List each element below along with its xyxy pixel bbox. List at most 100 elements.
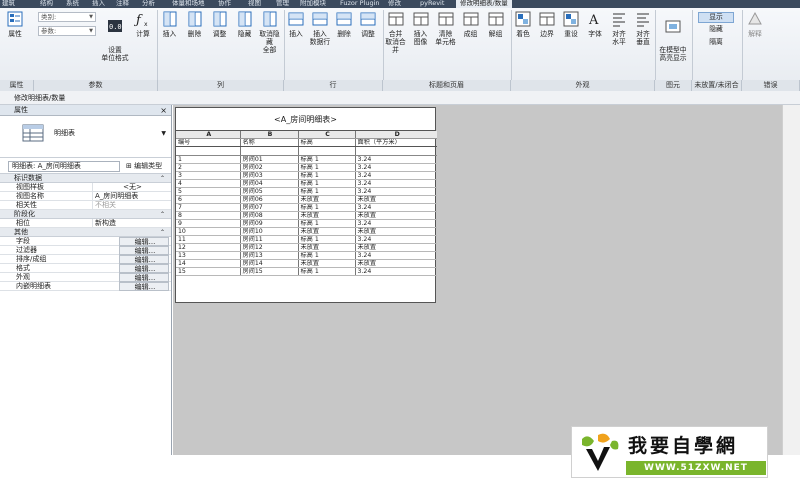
merge-unmerge-button[interactable]: 合并 取消合并 bbox=[384, 10, 407, 54]
insert-data-row-button[interactable]: 插入 数据行 bbox=[309, 10, 331, 46]
column-letter-row-cell[interactable]: C bbox=[298, 131, 356, 139]
property-group-header[interactable]: 标识数据 ⌃ bbox=[0, 174, 171, 183]
table-cell[interactable]: 房间07 bbox=[240, 203, 299, 212]
table-cell[interactable]: 标高 1 bbox=[298, 267, 356, 276]
align-horizontal-button[interactable]: 对齐 水平 bbox=[608, 10, 630, 46]
instance-dropdown[interactable]: 明细表: A_房间明细表 bbox=[8, 161, 120, 172]
table-cell[interactable]: 未放置 bbox=[355, 211, 437, 220]
table-cell[interactable]: 3.24 bbox=[355, 203, 437, 212]
table-cell[interactable]: 房间03 bbox=[240, 171, 299, 180]
table-cell[interactable]: 11 bbox=[176, 235, 241, 244]
ribbon-tab[interactable]: pyRevit bbox=[420, 0, 444, 8]
table-cell[interactable]: 标高 1 bbox=[298, 187, 356, 196]
table-row[interactable]: 6 房间06 未放置 未放置 bbox=[176, 195, 437, 204]
table-row[interactable]: 14 房间14 未放置 未放置 bbox=[176, 259, 437, 268]
property-group-header[interactable]: 阶段化 ⌃ bbox=[0, 210, 171, 219]
category-combo[interactable]: 类别: ▼ bbox=[38, 12, 96, 22]
column-letter-row-cell[interactable]: A bbox=[176, 131, 241, 139]
table-cell[interactable]: 3 bbox=[176, 171, 241, 180]
table-row[interactable]: 15 房间15 标高 1 3.24 bbox=[176, 267, 437, 276]
table-row[interactable]: 2 房间02 标高 1 3.24 bbox=[176, 163, 437, 172]
align-vertical-button[interactable]: 对齐 垂直 bbox=[632, 10, 654, 46]
table-cell[interactable]: 未放置 bbox=[355, 243, 437, 252]
insert-image-button[interactable]: 插入 图像 bbox=[409, 10, 432, 46]
schedule-table[interactable]: <A_房间明细表> A B C D 编号 名称 标高 面积（平方米） 1 房间01 标高 1 3.24… bbox=[175, 107, 437, 303]
table-row[interactable]: 1 房间01 标高 1 3.24 bbox=[176, 155, 437, 164]
column-header-row-cell[interactable]: 名称 bbox=[240, 138, 299, 147]
property-value[interactable]: 不相关 bbox=[92, 201, 170, 210]
table-cell[interactable]: 房间10 bbox=[240, 227, 299, 236]
table-cell[interactable]: 12 bbox=[176, 243, 241, 252]
delete-column-button[interactable]: 删除 bbox=[183, 10, 206, 38]
property-value[interactable]: A_房间明细表 bbox=[92, 192, 170, 201]
table-row[interactable]: 12 房间12 未放置 未放置 bbox=[176, 243, 437, 252]
ribbon-tab[interactable]: 系统 bbox=[66, 0, 79, 8]
property-value[interactable]: 新构造 bbox=[92, 219, 170, 228]
ribbon-tab[interactable]: 视图 bbox=[248, 0, 261, 8]
table-cell[interactable]: 标高 1 bbox=[298, 203, 356, 212]
table-row[interactable]: 4 房间04 标高 1 3.24 bbox=[176, 179, 437, 188]
column-letter-row-cell[interactable]: D bbox=[355, 131, 437, 139]
show-unplaced-button[interactable]: 显示 bbox=[698, 12, 734, 23]
table-cell[interactable]: 房间06 bbox=[240, 195, 299, 204]
table-cell[interactable]: 3.24 bbox=[355, 171, 437, 180]
table-cell[interactable]: 3.24 bbox=[355, 235, 437, 244]
table-cell[interactable]: 13 bbox=[176, 251, 241, 260]
table-cell[interactable]: 未放置 bbox=[298, 227, 356, 236]
table-cell[interactable]: 未放置 bbox=[355, 195, 437, 204]
table-cell[interactable]: 房间11 bbox=[240, 235, 299, 244]
table-cell[interactable]: 3.24 bbox=[355, 163, 437, 172]
table-cell[interactable]: 14 bbox=[176, 259, 241, 268]
table-row[interactable]: 7 房间07 标高 1 3.24 bbox=[176, 203, 437, 212]
column-letter-row-cell[interactable]: B bbox=[240, 131, 299, 139]
table-row[interactable]: 13 房间13 标高 1 3.24 bbox=[176, 251, 437, 260]
table-cell[interactable]: 未放置 bbox=[355, 259, 437, 268]
table-cell[interactable]: 房间04 bbox=[240, 179, 299, 188]
table-cell[interactable]: 4 bbox=[176, 179, 241, 188]
edit-type-button[interactable]: ⊞ 编辑类型 bbox=[126, 158, 162, 174]
isolate-unplaced-button[interactable]: 隔离 bbox=[698, 38, 734, 49]
column-header-row-cell[interactable]: 面积（平方米） bbox=[355, 138, 437, 147]
table-cell[interactable]: 房间12 bbox=[240, 243, 299, 252]
property-value[interactable]: 编辑... bbox=[119, 264, 169, 273]
column-header-row-cell[interactable]: 编号 bbox=[176, 138, 241, 147]
property-value[interactable]: 编辑... bbox=[119, 255, 169, 264]
table-row[interactable]: 5 房间05 标高 1 3.24 bbox=[176, 187, 437, 196]
font-button[interactable]: A 字体 bbox=[584, 10, 606, 38]
table-cell[interactable]: 3.24 bbox=[355, 219, 437, 228]
format-unit-button[interactable]: 0.0 设置 单位格式 bbox=[100, 10, 130, 62]
ribbon-tab[interactable]: 插入 bbox=[92, 0, 105, 8]
ribbon-tab[interactable]: 结构 bbox=[40, 0, 53, 8]
table-cell[interactable]: 标高 1 bbox=[298, 179, 356, 188]
table-cell[interactable]: 标高 1 bbox=[298, 163, 356, 172]
unhide-all-button[interactable]: 取消隐藏 全部 bbox=[258, 10, 281, 54]
table-cell[interactable]: 3.24 bbox=[355, 179, 437, 188]
resize-row-button[interactable]: 调整 bbox=[357, 10, 379, 38]
borders-button[interactable]: 边界 bbox=[536, 10, 558, 38]
table-cell[interactable]: 标高 1 bbox=[298, 251, 356, 260]
table-cell[interactable]: 未放置 bbox=[298, 259, 356, 268]
delete-row-button[interactable]: 删除 bbox=[333, 10, 355, 38]
table-row[interactable]: 10 房间10 未放置 未放置 bbox=[176, 227, 437, 236]
table-cell[interactable]: 未放置 bbox=[298, 195, 356, 204]
vertical-scrollbar[interactable] bbox=[782, 105, 800, 455]
table-cell[interactable]: 15 bbox=[176, 267, 241, 276]
ribbon-tab[interactable]: 修改明细表/数量 bbox=[456, 0, 512, 8]
table-cell[interactable]: 房间15 bbox=[240, 267, 299, 276]
explain-button[interactable]: 解释 bbox=[744, 10, 766, 38]
table-cell[interactable]: 3.24 bbox=[355, 267, 437, 276]
table-cell[interactable]: 标高 1 bbox=[298, 219, 356, 228]
table-cell[interactable]: 3.24 bbox=[355, 251, 437, 260]
table-cell[interactable]: 7 bbox=[176, 203, 241, 212]
highlight-in-model-button[interactable]: 在模型中 高亮显示 bbox=[656, 10, 690, 62]
table-cell[interactable]: 标高 1 bbox=[298, 155, 356, 164]
table-cell[interactable]: 房间14 bbox=[240, 259, 299, 268]
ribbon-tab[interactable]: 体量和场地 bbox=[172, 0, 205, 8]
table-cell[interactable]: 6 bbox=[176, 195, 241, 204]
table-cell[interactable]: 未放置 bbox=[298, 243, 356, 252]
table-row[interactable]: 3 房间03 标高 1 3.24 bbox=[176, 171, 437, 180]
insert-row-button[interactable]: 插入 bbox=[285, 10, 307, 38]
ribbon-tab[interactable]: 分析 bbox=[142, 0, 155, 8]
column-header-row-cell[interactable]: 标高 bbox=[298, 138, 356, 147]
hide-unplaced-button[interactable]: 隐藏 bbox=[698, 25, 734, 36]
